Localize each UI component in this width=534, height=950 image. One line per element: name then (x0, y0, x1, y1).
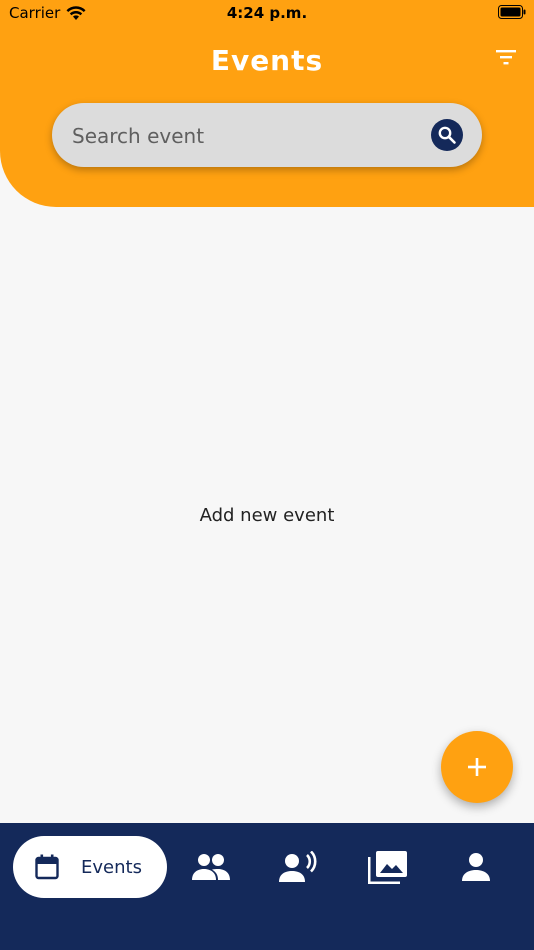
nav-item-events[interactable]: Events (13, 836, 167, 898)
plus-icon (468, 758, 486, 776)
empty-state-message: Add new event (199, 505, 335, 526)
nav-item-groups[interactable] (191, 847, 231, 887)
group-icon (192, 854, 230, 880)
speaker-person-icon (279, 851, 317, 882)
nav-item-events-label: Events (81, 856, 142, 878)
filter-button[interactable] (494, 46, 518, 68)
person-icon (462, 853, 490, 881)
calendar-icon (35, 854, 59, 880)
nav-item-gallery[interactable] (368, 847, 408, 887)
add-event-button[interactable] (441, 731, 513, 803)
battery-icon (498, 5, 526, 19)
search-bar (52, 103, 482, 169)
photo-library-icon (368, 851, 407, 884)
nav-item-speakers[interactable] (279, 847, 319, 887)
nav-item-profile[interactable] (456, 847, 496, 887)
search-button[interactable] (431, 119, 463, 151)
header: Events (0, 26, 534, 207)
search-icon (438, 126, 456, 144)
page-title: Events (210, 44, 324, 77)
search-input[interactable] (70, 103, 414, 169)
filter-icon (496, 50, 516, 65)
status-bar: Carrier 4:24 p.m. (0, 0, 534, 26)
status-time: 4:24 p.m. (226, 4, 308, 22)
bottom-nav: Events (0, 823, 534, 950)
